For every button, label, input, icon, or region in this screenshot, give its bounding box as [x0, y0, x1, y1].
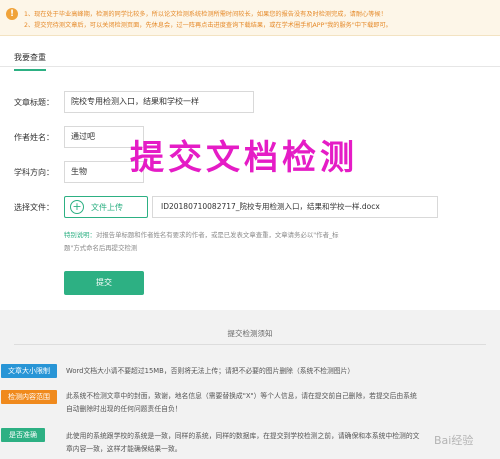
special-note: 特别说明：对报告单标题和作者姓名有要求的作者，或是已发表文章查重，文章请务必以"…	[64, 230, 339, 239]
note-text-accuracy-1: 此使用的系统跟学校的系统是一致，同样的系统，同样的数据库，在提交到学校检测之前，…	[66, 432, 420, 440]
overlay-title: 提交文档检测	[130, 138, 358, 178]
submit-button[interactable]: 提交	[64, 271, 144, 295]
file-label: 选择文件：	[14, 203, 54, 212]
notice-line-2: 2、提交完待测文章后，可以关闭检测页面，先休息会，过一阵再点击进度查询下载结果，…	[24, 22, 392, 29]
upload-button-label: 文件上传	[91, 203, 123, 212]
note-badge-size: 文章大小限制	[1, 364, 57, 378]
special-note-text: 对报告单标题和作者姓名有要求的作者，或是已发表文章查重，文章请务必以"作者_标	[95, 231, 339, 239]
special-note-text-2: 题"方式命名后再提交检测	[64, 244, 138, 252]
notes-divider	[14, 344, 486, 345]
author-label: 作者姓名：	[14, 133, 54, 142]
plus-icon: +	[70, 200, 84, 214]
note-badge-accuracy: 是否准确	[1, 428, 45, 442]
special-note-continued: 题"方式命名后再提交检测	[64, 243, 137, 252]
note-badge-scope: 检测内容范围	[1, 390, 57, 404]
notice-line-1: 1、现在处于毕业高峰期，检测的同学比较多，所以论文检测系统检测所需时间较长，如果…	[24, 11, 387, 18]
title-label: 文章标题：	[14, 98, 54, 107]
notice-banner: ! 1、现在处于毕业高峰期，检测的同学比较多，所以论文检测系统检测所需时间较长，…	[0, 0, 500, 36]
note-text-size: Word文档大小请不要超过15MB，否则将无法上传；请把不必要的图片删除（系统不…	[66, 367, 355, 375]
special-note-label: 特别说明：	[64, 231, 96, 239]
note-text-scope-2: 自动删除时出现的任何问题责任自负！	[66, 405, 182, 413]
section-divider	[0, 66, 500, 67]
info-icon: !	[6, 8, 18, 20]
tab-check[interactable]: 我要查重	[14, 52, 46, 71]
watermark: Bai经验	[434, 434, 474, 447]
notes-title: 提交检测须知	[227, 329, 273, 338]
title-input[interactable]: 院校专用检测入口，结果和学校一样	[64, 91, 254, 113]
upload-button[interactable]: + 文件上传	[64, 196, 148, 218]
subject-label: 学科方向：	[14, 168, 54, 177]
note-text-scope-1: 此系统不检测文章中的封面，致谢，地名信息（需要替换成"X"）等个人信息，请在提交…	[66, 392, 417, 400]
file-name-field: ID20180710082717_院校专用检测入口，结果和学校一样.docx	[152, 196, 438, 218]
note-text-accuracy-2: 章内容一致，这样才能确保结果一致。	[66, 445, 182, 453]
